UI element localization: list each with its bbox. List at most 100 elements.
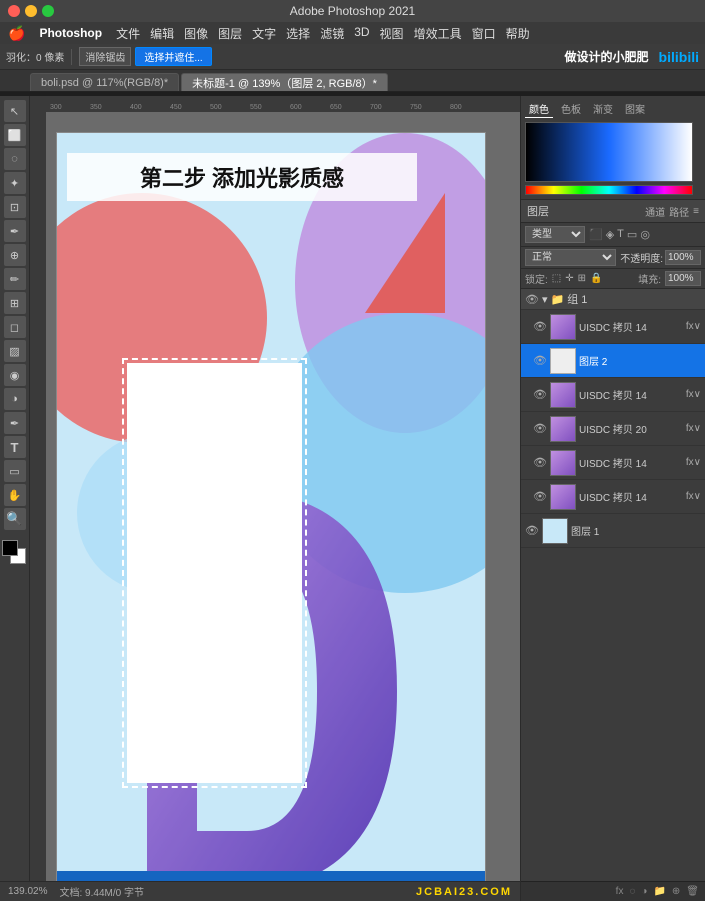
watermark-bottom: JCBAI23.COM (416, 886, 512, 898)
layer-layer1[interactable]: 👁 图层 1 (521, 514, 705, 548)
hand-tool[interactable]: ✋ (4, 484, 26, 506)
lock-all-icon[interactable]: 🔒 (590, 273, 602, 284)
new-group-icon[interactable]: 📁 (653, 886, 665, 897)
menu-image[interactable]: 图像 (184, 25, 208, 42)
select-and-mask-btn[interactable]: 选择并遮住... (135, 47, 211, 66)
move-tool[interactable]: ↖ (4, 100, 26, 122)
app-name: Photoshop (39, 26, 102, 40)
eraser-tool[interactable]: ◻ (4, 316, 26, 338)
add-adjustment-icon[interactable]: ◑ (641, 886, 647, 897)
clone-tool[interactable]: ⊞ (4, 292, 26, 314)
right-panel: 颜色 色板 渐变 图案 图层 通道 路径 ≡ 类型 名称 效果 ⬛ ◈ T ▭ … (520, 96, 705, 901)
group-eye[interactable]: 👁 (525, 293, 539, 306)
layer-1-eye[interactable]: 👁 (533, 320, 547, 333)
layer-group-1[interactable]: 👁 ▾ 📁 组 1 (521, 289, 705, 310)
menu-file[interactable]: 文件 (116, 25, 140, 42)
minimize-button[interactable] (25, 5, 37, 17)
fg-bg-color-indicator[interactable] (2, 540, 28, 568)
layer-uisdc-copy14-1[interactable]: 👁 UISDC 拷贝 14 fx∨ (521, 310, 705, 344)
lock-pixels-icon[interactable]: ⬚ (552, 273, 561, 284)
tab-gradient[interactable]: 渐变 (589, 100, 617, 118)
foreground-color (2, 540, 18, 556)
heal-tool[interactable]: ⊕ (4, 244, 26, 266)
opacity-input[interactable] (665, 250, 701, 265)
pen-tool[interactable]: ✒ (4, 412, 26, 434)
magic-wand-tool[interactable]: ✦ (4, 172, 26, 194)
tab-untitled[interactable]: 未标题-1 @ 139%（图层 2, RGB/8）* (181, 73, 388, 91)
layer-2-eye[interactable]: 👁 (533, 354, 547, 367)
color-gradient-picker[interactable] (525, 122, 693, 182)
tab-boli[interactable]: boli.psd @ 117%(RGB/8)* (30, 73, 179, 91)
crop-tool[interactable]: ⊡ (4, 196, 26, 218)
menu-plugins[interactable]: 增效工具 (414, 25, 462, 42)
marquee-tool[interactable]: ⬜ (4, 124, 26, 146)
tab-swatches[interactable]: 色板 (557, 100, 585, 118)
menu-3d[interactable]: 3D (354, 25, 369, 42)
maximize-button[interactable] (42, 5, 54, 17)
tab-color[interactable]: 颜色 (525, 100, 553, 118)
filter-icon-smart[interactable]: ◎ (640, 228, 650, 241)
spectrum-bar[interactable] (525, 185, 693, 195)
zoom-display: 139.02% (8, 886, 47, 897)
add-mask-icon[interactable]: ◌ (629, 886, 635, 897)
tab-layers[interactable]: 图层 (527, 203, 641, 219)
text-tool[interactable]: T (4, 436, 26, 458)
layer-5-thumbnail (550, 450, 576, 476)
filter-icon-shape[interactable]: ▭ (627, 228, 637, 241)
lock-row: 锁定: ⬚ ✛ ⊞ 🔒 填充: (521, 269, 705, 289)
layer-4-eye[interactable]: 👁 (533, 422, 547, 435)
tab-channels[interactable]: 通道 (645, 204, 665, 219)
menu-filter[interactable]: 滤镜 (320, 25, 344, 42)
layer-uisdc-copy14-3[interactable]: 👁 UISDC 拷贝 14 fx∨ (521, 446, 705, 480)
layer-5-eye[interactable]: 👁 (533, 456, 547, 469)
layer-5-fx[interactable]: fx∨ (686, 457, 701, 468)
layer-6-fx[interactable]: fx∨ (686, 491, 701, 502)
delete-layer-icon[interactable]: 🗑 (686, 886, 699, 897)
panel-menu-icon[interactable]: ≡ (693, 206, 699, 217)
apple-menu[interactable]: 🍎 (8, 25, 25, 42)
layer-3-fx[interactable]: fx∨ (686, 389, 701, 400)
fill-input[interactable] (665, 271, 701, 286)
ruler-horizontal: 300 350 400 450 500 550 600 650 700 750 … (30, 96, 520, 112)
filter-icon-pixel[interactable]: ⬛ (589, 228, 603, 241)
brush-tool[interactable]: ✏ (4, 268, 26, 290)
filter-icon-text[interactable]: T (617, 228, 624, 241)
filter-icon-adjust[interactable]: ◈ (606, 228, 614, 241)
layer-7-eye[interactable]: 👁 (525, 524, 539, 537)
menu-select[interactable]: 选择 (286, 25, 310, 42)
new-layer-icon[interactable]: ⊕ (672, 886, 680, 897)
layer-uisdc-copy14-2[interactable]: 👁 UISDC 拷贝 14 fx∨ (521, 378, 705, 412)
artwork-viewport[interactable]: 第二步 添加光影质感 Alt+Deldet填充前景色 (46, 112, 520, 881)
menu-text[interactable]: 文字 (252, 25, 276, 42)
lock-artboard-icon[interactable]: ⊞ (578, 273, 586, 284)
menu-edit[interactable]: 编辑 (150, 25, 174, 42)
dodge-tool[interactable]: ◑ (4, 388, 26, 410)
menu-view[interactable]: 视图 (380, 25, 404, 42)
lock-position-icon[interactable]: ✛ (565, 273, 573, 284)
menu-layer[interactable]: 图层 (218, 25, 242, 42)
layer-uisdc-copy20[interactable]: 👁 UISDC 拷贝 20 fx∨ (521, 412, 705, 446)
gradient-tool[interactable]: ▨ (4, 340, 26, 362)
anti-alias-btn[interactable]: 消除锯齿 (79, 47, 131, 66)
shape-tool[interactable]: ▭ (4, 460, 26, 482)
layer-7-thumbnail (542, 518, 568, 544)
tab-pattern[interactable]: 图案 (621, 100, 649, 118)
layer-layer2[interactable]: 👁 图层 2 (521, 344, 705, 378)
eyedropper-tool[interactable]: ✒ (4, 220, 26, 242)
layer-type-select[interactable]: 类型 名称 效果 (525, 226, 585, 243)
fx-icon[interactable]: fx (616, 886, 624, 897)
zoom-tool[interactable]: 🔍 (4, 508, 26, 530)
separator (71, 49, 72, 65)
layer-uisdc-copy14-4[interactable]: 👁 UISDC 拷贝 14 fx∨ (521, 480, 705, 514)
layer-4-fx[interactable]: fx∨ (686, 423, 701, 434)
layer-3-eye[interactable]: 👁 (533, 388, 547, 401)
menu-window[interactable]: 窗口 (472, 25, 496, 42)
layer-6-eye[interactable]: 👁 (533, 490, 547, 503)
layer-1-fx[interactable]: fx∨ (686, 321, 701, 332)
tab-paths[interactable]: 路径 (669, 204, 689, 219)
blur-tool[interactable]: ◉ (4, 364, 26, 386)
lasso-tool[interactable]: ◌ (4, 148, 26, 170)
close-button[interactable] (8, 5, 20, 17)
blend-mode-select[interactable]: 正常 溶解 正片叠底 (525, 249, 616, 266)
menu-help[interactable]: 帮助 (506, 25, 530, 42)
